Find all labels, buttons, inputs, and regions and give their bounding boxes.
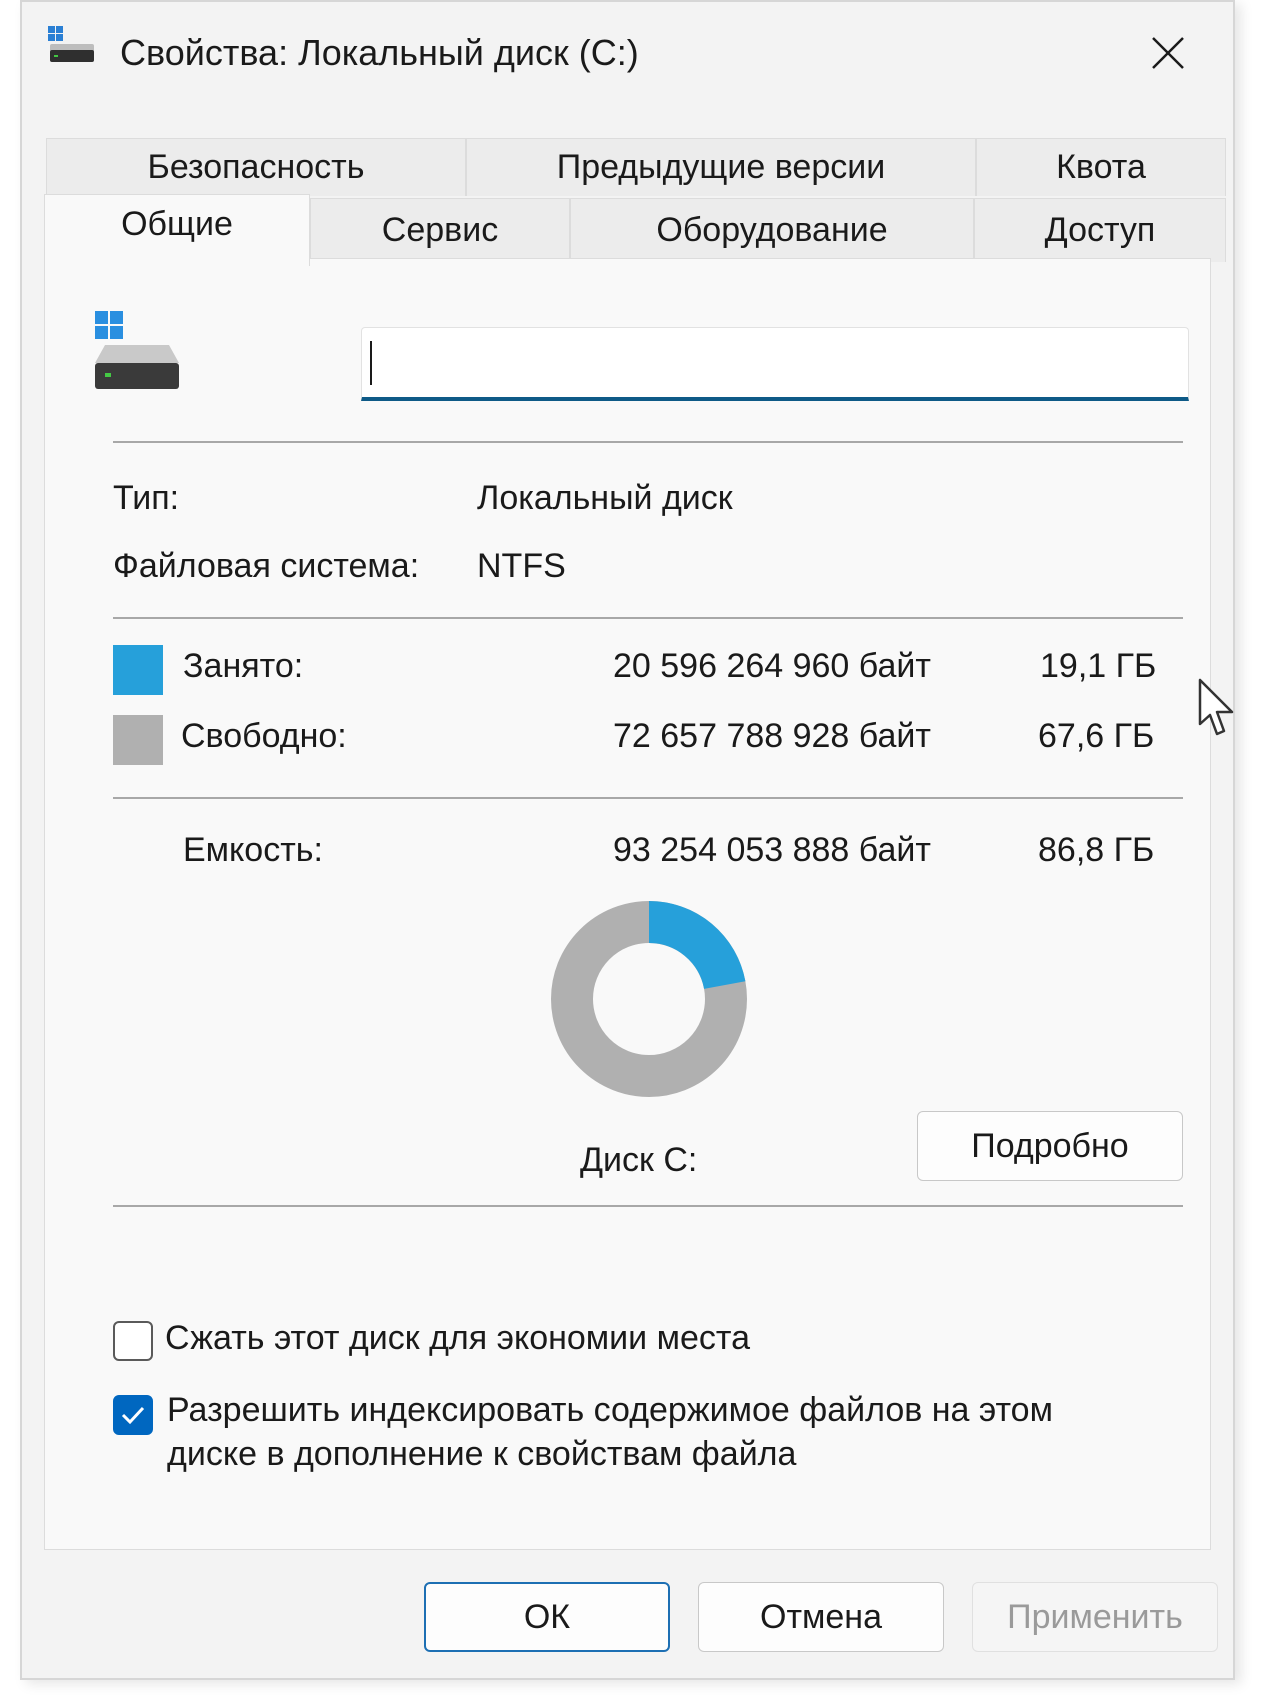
used-label: Занято: — [183, 647, 304, 685]
close-icon — [1152, 37, 1184, 69]
type-label: Тип: — [113, 479, 180, 517]
free-color-swatch — [113, 715, 163, 765]
tab-quota[interactable]: Квота — [976, 138, 1226, 196]
general-panel: Тип: Локальный диск Файловая система: NT… — [44, 258, 1211, 1550]
separator-1 — [113, 441, 1183, 443]
apply-button[interactable]: Применить — [972, 1582, 1218, 1652]
free-label: Свободно: — [181, 717, 347, 755]
checkmark-icon — [121, 1406, 145, 1425]
tab-previous-versions[interactable]: Предыдущие версии — [466, 138, 976, 196]
compress-label: Сжать этот диск для экономии места — [165, 1319, 750, 1357]
capacity-size: 86,8 ГБ — [1038, 831, 1155, 869]
details-button[interactable]: Подробно — [917, 1111, 1183, 1181]
filesystem-value: NTFS — [477, 547, 566, 585]
close-button[interactable] — [1143, 28, 1193, 78]
cancel-button[interactable]: Отмена — [698, 1582, 944, 1652]
index-checkbox[interactable] — [113, 1395, 153, 1435]
tab-security[interactable]: Безопасность — [46, 138, 466, 196]
capacity-bytes: 93 254 053 888 байт — [613, 831, 931, 869]
used-bytes: 20 596 264 960 байт — [613, 647, 931, 685]
compress-checkbox[interactable] — [113, 1321, 153, 1361]
filesystem-label: Файловая система: — [113, 547, 420, 585]
type-value: Локальный диск — [477, 479, 733, 517]
usage-donut-chart — [551, 901, 747, 1097]
index-label-line1: Разрешить индексировать содержимое файло… — [167, 1391, 1053, 1429]
free-bytes: 72 657 788 928 байт — [613, 717, 931, 755]
text-caret — [370, 341, 372, 385]
window-title: Свойства: Локальный диск (C:) — [120, 32, 639, 73]
mouse-pointer-icon — [1198, 678, 1234, 736]
free-size: 67,6 ГБ — [1038, 717, 1155, 755]
tab-service[interactable]: Сервис — [310, 198, 570, 262]
separator-2 — [113, 617, 1183, 619]
tab-general[interactable]: Общие — [44, 194, 310, 266]
disk-label: Диск C: — [580, 1141, 698, 1179]
separator-4 — [113, 1205, 1183, 1207]
used-size: 19,1 ГБ — [1040, 647, 1157, 685]
tab-hardware[interactable]: Оборудование — [570, 198, 974, 262]
capacity-label: Емкость: — [183, 831, 323, 869]
used-color-swatch — [113, 645, 163, 695]
separator-3 — [113, 797, 1183, 799]
tab-sharing[interactable]: Доступ — [974, 198, 1226, 262]
ok-button[interactable]: ОК — [424, 1582, 670, 1652]
properties-window: Свойства: Локальный диск (C:) Безопаснос… — [20, 0, 1235, 1680]
index-label-line2: диске в дополнение к свойствам файла — [167, 1435, 797, 1473]
drive-name-input[interactable] — [361, 327, 1189, 401]
drive-icon — [95, 311, 179, 389]
drive-title-icon — [48, 26, 94, 62]
